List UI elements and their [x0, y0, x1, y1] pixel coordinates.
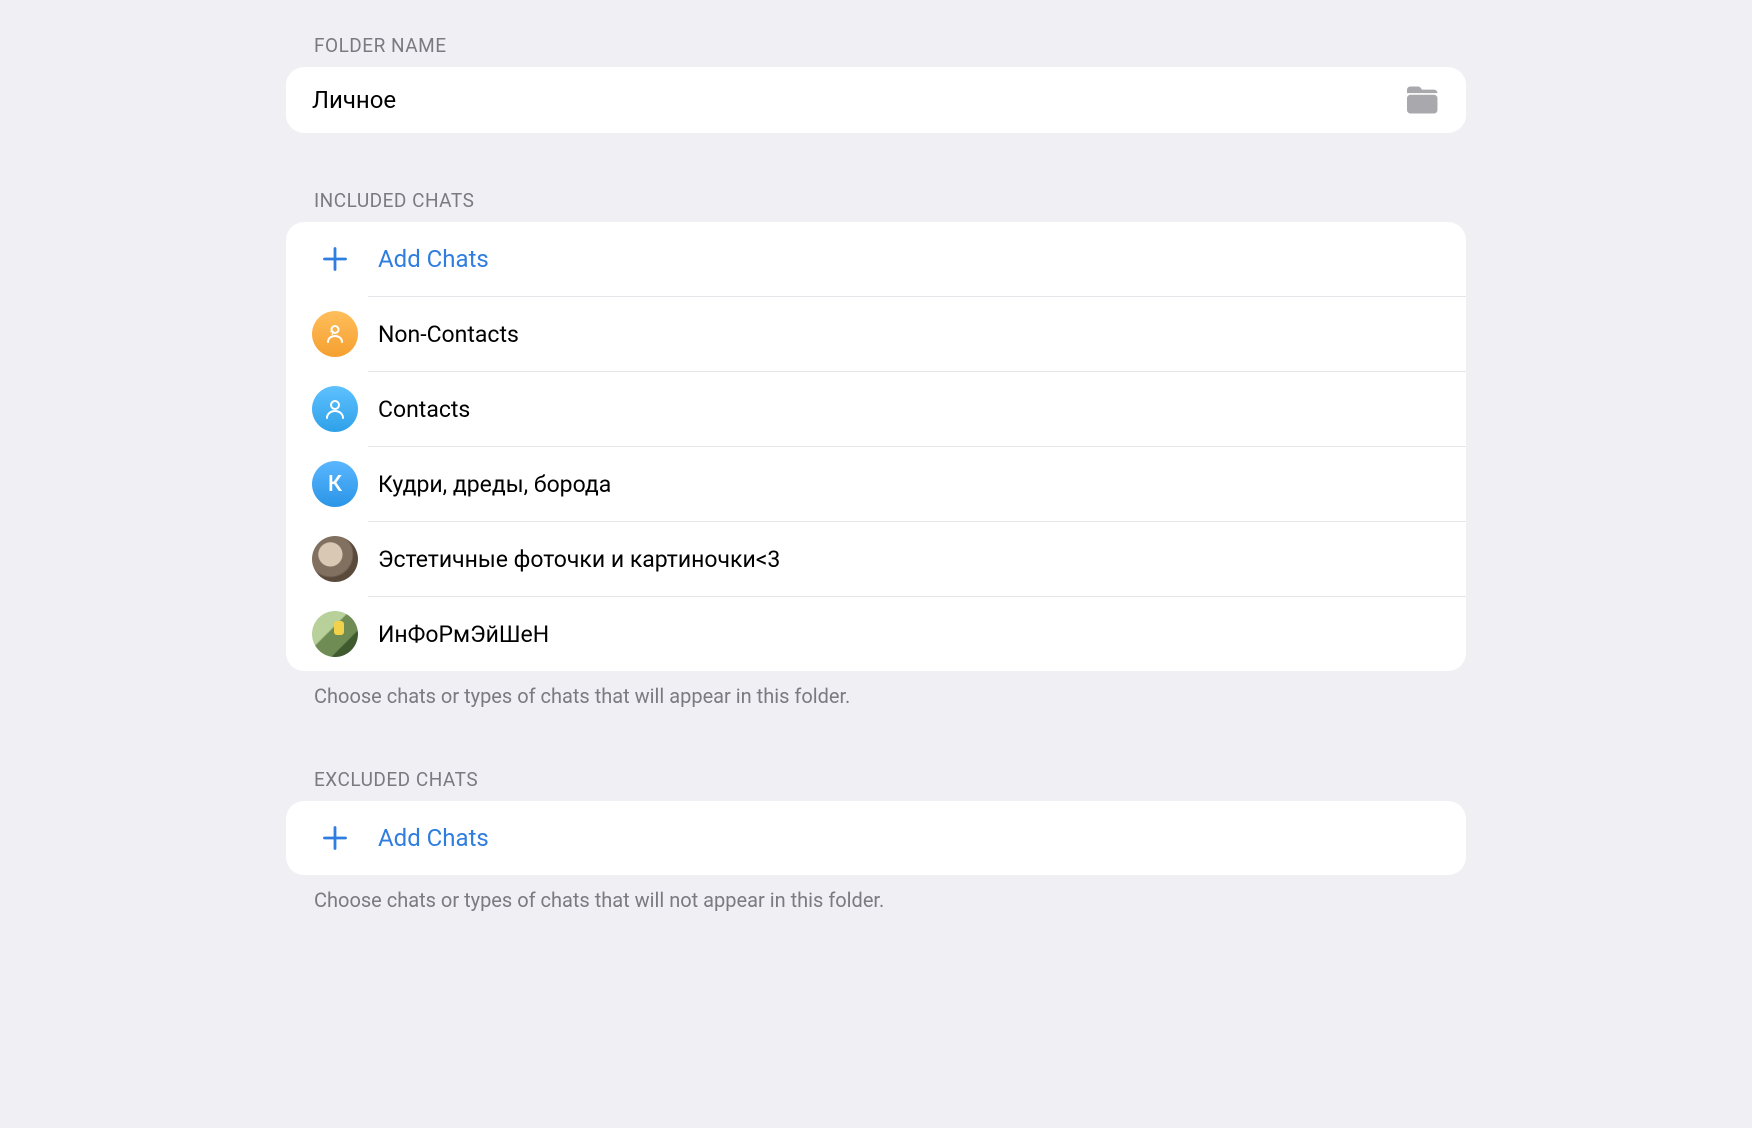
included-item-contacts[interactable]: Contacts	[286, 372, 1466, 446]
add-excluded-chats-button[interactable]: Add Chats	[286, 801, 1466, 875]
included-item-kudri[interactable]: К Кудри, дреды, борода	[286, 447, 1466, 521]
folder-name-card	[286, 67, 1466, 133]
folder-icon[interactable]	[1404, 85, 1440, 115]
excluded-description: Choose chats or types of chats that will…	[286, 875, 1466, 914]
letter-avatar-icon: К	[312, 461, 358, 507]
photo-avatar-icon	[312, 536, 358, 582]
excluded-card: Add Chats	[286, 801, 1466, 875]
plus-icon	[312, 815, 358, 861]
add-included-chats-button[interactable]: Add Chats	[286, 222, 1466, 296]
included-card: Add Chats ? Non-Contacts Contacts	[286, 222, 1466, 671]
included-description: Choose chats or types of chats that will…	[286, 671, 1466, 710]
photo-avatar-icon	[312, 611, 358, 657]
included-item-information[interactable]: ИнФоРмЭйШеН	[286, 597, 1466, 671]
contacts-icon	[312, 386, 358, 432]
included-item-estetichnye[interactable]: Эстетичные фоточки и картиночки<3	[286, 522, 1466, 596]
excluded-section-label: EXCLUDED CHATS	[286, 768, 1466, 801]
included-item-label: Эстетичные фоточки и картиночки<3	[378, 546, 780, 573]
plus-icon	[312, 236, 358, 282]
included-item-non-contacts[interactable]: ? Non-Contacts	[286, 297, 1466, 371]
add-included-label: Add Chats	[378, 245, 489, 273]
included-item-label: Non-Contacts	[378, 321, 519, 348]
svg-text:?: ?	[330, 330, 335, 340]
add-excluded-label: Add Chats	[378, 824, 489, 852]
non-contacts-icon: ?	[312, 311, 358, 357]
included-section-label: INCLUDED CHATS	[286, 189, 1466, 222]
folder-name-section-label: FOLDER NAME	[286, 34, 1466, 67]
included-item-label: Contacts	[378, 396, 470, 423]
folder-name-input[interactable]	[312, 86, 1404, 114]
included-item-label: Кудри, дреды, борода	[378, 471, 611, 498]
included-item-label: ИнФоРмЭйШеН	[378, 621, 549, 648]
